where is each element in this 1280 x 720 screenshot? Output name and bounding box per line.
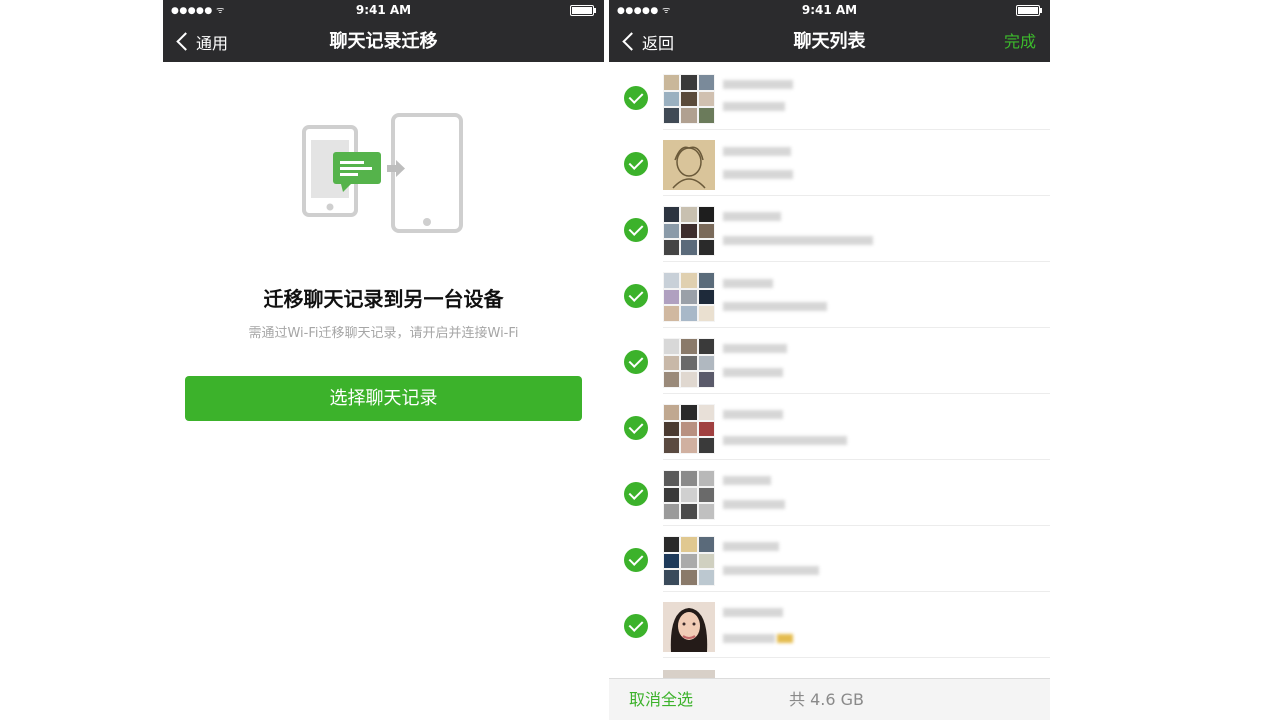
avatar: [663, 74, 715, 124]
blurred-preview: [723, 436, 847, 445]
blurred-name: [723, 212, 781, 221]
check-icon[interactable]: [624, 482, 648, 506]
battery-icon: [570, 5, 596, 16]
blurred-name: [723, 279, 773, 288]
status-time: 9:41 AM: [801, 3, 858, 17]
blurred-name: [723, 80, 793, 89]
blurred-name: [723, 410, 783, 419]
select-chats-button[interactable]: 选择聊天记录: [185, 376, 582, 421]
check-icon[interactable]: [624, 284, 648, 308]
blurred-name: [723, 344, 787, 353]
blurred-preview: [723, 500, 785, 509]
avatar: [663, 206, 715, 256]
wifi-hint: 需通过Wi-Fi迁移聊天记录，请开启并连接Wi-Fi: [248, 326, 519, 341]
back-chevron-icon: [622, 32, 641, 51]
status-bar: ●●●●● ᯤ 9:41 AM: [609, 0, 1050, 21]
avatar: [663, 140, 715, 190]
check-icon[interactable]: [624, 548, 648, 572]
check-icon[interactable]: [624, 350, 648, 374]
total-size: 共 4.6 GB: [789, 690, 864, 709]
nav-bar: 返回 聊天列表 完成: [609, 21, 1050, 62]
avatar: [663, 602, 715, 652]
blurred-preview: [723, 170, 793, 179]
avatar: [663, 536, 715, 586]
check-icon[interactable]: [624, 86, 648, 110]
back-label: 通用: [196, 33, 229, 53]
list-item[interactable]: [609, 592, 1050, 658]
check-icon[interactable]: [624, 218, 648, 242]
transfer-illustration: [302, 113, 463, 233]
list-item[interactable]: [609, 64, 1050, 130]
blurred-preview: [723, 102, 785, 111]
battery-icon: [1016, 5, 1042, 16]
list-item[interactable]: [609, 394, 1050, 460]
blurred-preview: [723, 236, 873, 245]
check-icon[interactable]: [624, 416, 648, 440]
blurred-preview: [723, 368, 783, 377]
deselect-all-button[interactable]: 取消全选: [629, 679, 693, 720]
blurred-name: [723, 147, 791, 156]
done-button[interactable]: 完成: [1004, 21, 1036, 62]
status-bar: ●●●●● ᯤ 9:41 AM: [163, 0, 604, 21]
back-chevron-icon: [176, 32, 195, 51]
avatar: [663, 470, 715, 520]
phone-chat-list: ●●●●● ᯤ 9:41 AM 返回 聊天列表 完成 取消全选 共 4.6 GB: [609, 0, 1050, 720]
back-button[interactable]: 通用: [175, 21, 228, 62]
status-time: 9:41 AM: [355, 3, 412, 17]
blurred-name: [723, 542, 779, 551]
migration-headline: 迁移聊天记录到另一台设备: [263, 287, 504, 311]
page-title: 聊天记录迁移: [329, 31, 438, 52]
check-icon[interactable]: [624, 614, 648, 638]
avatar: [663, 338, 715, 388]
blurred-preview: [723, 634, 775, 643]
blurred-name: [723, 476, 771, 485]
blurred-preview: [723, 302, 827, 311]
blurred-name: [723, 608, 783, 617]
bottom-bar: 取消全选 共 4.6 GB: [609, 678, 1050, 720]
blurred-preview: [723, 566, 819, 575]
list-item[interactable]: [609, 526, 1050, 592]
list-item[interactable]: [609, 328, 1050, 394]
page-title: 聊天列表: [793, 31, 866, 52]
list-item[interactable]: [609, 460, 1050, 526]
back-button[interactable]: 返回: [621, 21, 674, 62]
phone-chat-migration: ●●●●● ᯤ 9:41 AM 通用 聊天记录迁移 迁移聊天记录到另一台设备 需…: [163, 0, 604, 720]
avatar: [663, 404, 715, 454]
list-item[interactable]: [609, 196, 1050, 262]
blurred-emoji: [777, 634, 793, 643]
back-label: 返回: [642, 33, 675, 53]
nav-bar: 通用 聊天记录迁移: [163, 21, 604, 62]
check-icon[interactable]: [624, 152, 648, 176]
avatar: [663, 272, 715, 322]
list-item[interactable]: [609, 130, 1050, 196]
list-item[interactable]: [609, 262, 1050, 328]
